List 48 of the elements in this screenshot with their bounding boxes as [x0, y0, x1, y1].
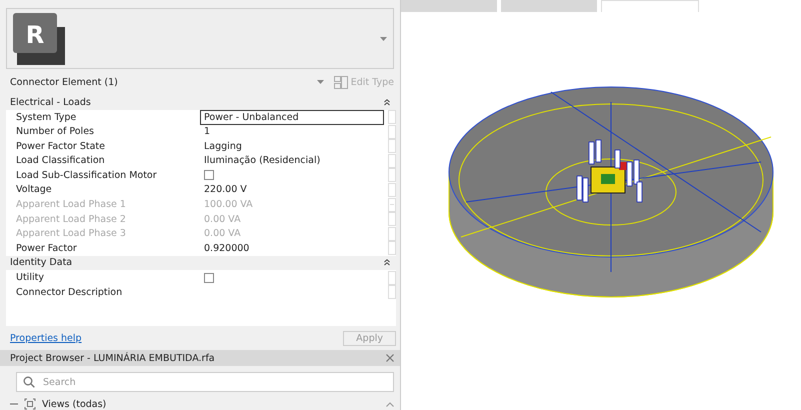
property-value-field[interactable]: Power - Unbalanced — [200, 110, 384, 125]
parameter-button[interactable] — [388, 285, 396, 300]
parameter-button[interactable] — [388, 154, 396, 168]
collapse-icon[interactable] — [384, 259, 390, 266]
parameter-button[interactable] — [388, 139, 396, 154]
property-value-field[interactable]: 220.00 V — [200, 182, 384, 198]
property-value-field[interactable]: 0.920000 — [200, 240, 384, 256]
edit-type-icon — [334, 76, 348, 89]
parameter-button[interactable] — [388, 212, 396, 226]
property-name: Power Factor — [15, 242, 78, 254]
dropdown-arrow-icon[interactable] — [380, 36, 387, 41]
views-icon — [24, 398, 36, 410]
type-selector-dropdown[interactable]: Connector Element (1) — [10, 76, 328, 88]
search-field[interactable]: Search — [16, 372, 394, 392]
property-name: Load Classification — [15, 155, 106, 166]
group-header[interactable]: Electrical - Loads — [6, 95, 396, 110]
property-name: Apparent Load Phase 1 — [15, 199, 127, 210]
property-value-field[interactable]: Lagging — [200, 138, 384, 154]
project-browser-header: Project Browser - LUMINÁRIA EMBUTIDA.rfa — [0, 350, 400, 366]
collapse-icon[interactable] — [384, 98, 390, 106]
search-input[interactable]: Search — [41, 376, 387, 388]
property-name: Load Sub-Classification Motor — [15, 170, 158, 181]
close-icon[interactable] — [386, 354, 394, 362]
property-name: Apparent Load Phase 3 — [15, 228, 127, 240]
search-icon — [23, 376, 35, 388]
checkbox[interactable] — [204, 272, 214, 283]
property-name: Voltage — [15, 184, 53, 196]
parameter-button[interactable] — [388, 226, 396, 241]
parameter-button[interactable] — [388, 182, 396, 197]
property-value-field[interactable]: 1 — [200, 124, 384, 140]
view-tab[interactable] — [501, 0, 597, 12]
property-name: Connector Description — [15, 286, 124, 298]
dropdown-arrow-icon[interactable] — [316, 80, 324, 84]
parameter-button[interactable] — [388, 168, 396, 182]
group-header[interactable]: Identity Data — [6, 256, 396, 270]
tree-item[interactable]: Views (todas) — [42, 398, 106, 410]
property-name: Utility — [15, 272, 45, 284]
properties-help-link[interactable]: Properties help — [10, 332, 82, 344]
parameter-button[interactable] — [388, 124, 396, 139]
scroll-up-icon[interactable] — [386, 402, 394, 406]
property-name: Power Factor State — [15, 140, 106, 152]
property-name: System Type — [15, 112, 78, 123]
property-name: Apparent Load Phase 2 — [15, 214, 127, 225]
checkbox[interactable] — [204, 170, 214, 180]
view-tab[interactable] — [401, 0, 497, 12]
parameter-button[interactable] — [388, 198, 396, 212]
property-value-field[interactable]: Iluminação (Residencial) — [200, 153, 384, 168]
property-name: Number of Poles — [15, 126, 95, 138]
